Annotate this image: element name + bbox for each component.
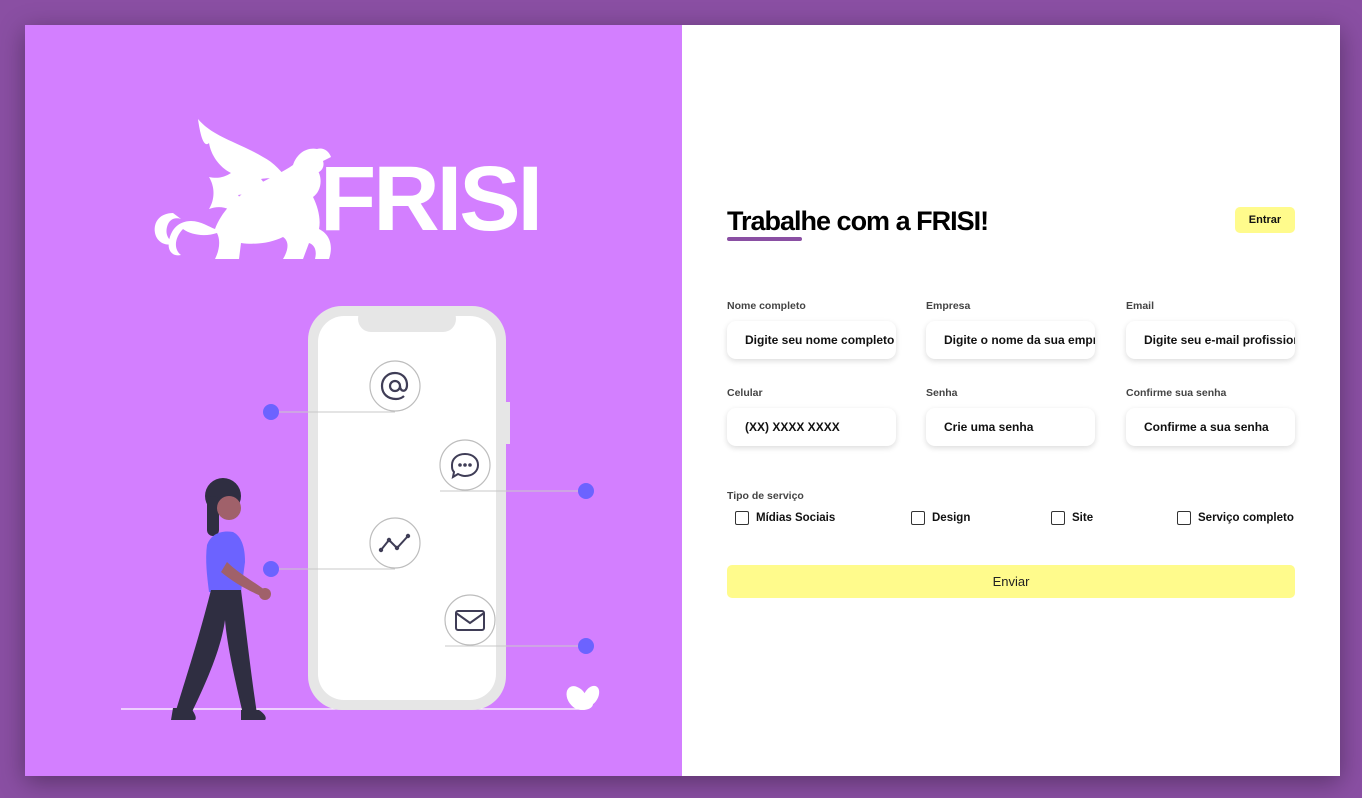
analytics-icon [369,517,421,569]
checkbox[interactable] [735,511,749,525]
phone-notch [358,306,456,332]
brand-wordmark: FRISI [320,148,543,250]
login-button[interactable]: Entrar [1235,207,1295,233]
service-type-label: Tipo de serviço [727,490,804,502]
service-checkbox-full-service[interactable]: Serviço completo [1177,511,1294,525]
page-title: Trabalhe com a FRISI! [727,206,989,236]
connector-dot [263,561,279,577]
title-underline [727,237,802,241]
service-checkbox-site[interactable]: Site [1051,511,1093,525]
submit-button[interactable]: Enviar [727,565,1295,598]
password-label: Senha [926,387,958,399]
form-panel: Trabalhe com a FRISI! Entrar Nome comple… [682,25,1340,776]
checkbox-label: Mídias Sociais [756,512,836,524]
confirm-password-label: Confirme sua senha [1126,387,1227,399]
phone-side-button [506,402,510,444]
email-label: Email [1126,300,1155,312]
checkbox-label: Design [932,512,971,524]
checkbox[interactable] [1177,511,1191,525]
checkbox[interactable] [911,511,925,525]
confirm-password-field[interactable]: Confirme a sua senha [1126,408,1295,446]
connector-dot [578,483,594,499]
email-field[interactable]: Digite seu e-mail profission [1126,321,1295,359]
checkbox[interactable] [1051,511,1065,525]
chat-bubble-icon [439,439,491,491]
checkbox-label: Serviço completo [1198,512,1294,524]
at-icon [369,360,421,412]
checkbox-label: Site [1072,512,1094,524]
person-figure [171,478,271,720]
envelope-icon [444,594,496,646]
hero-panel: FRISI [25,25,682,776]
company-field[interactable]: Digite o nome da sua empr [926,321,1095,359]
company-label: Empresa [926,300,971,312]
password-field[interactable]: Crie uma senha [926,408,1095,446]
phone-label: Celular [727,387,763,399]
full-name-label: Nome completo [727,300,806,312]
phone-illustration [121,306,600,720]
service-checkbox-social-media[interactable]: Mídias Sociais [735,511,835,525]
service-checkbox-design[interactable]: Design [911,511,970,525]
phone-field[interactable]: (XX) XXXX XXXX [727,408,896,446]
full-name-field[interactable]: Digite seu nome completo [727,321,896,359]
signup-card: FRISI Trabalhe com a FRISI! Entrar Nome … [25,25,1340,776]
connector-dot [263,404,279,420]
connector-dot [578,638,594,654]
